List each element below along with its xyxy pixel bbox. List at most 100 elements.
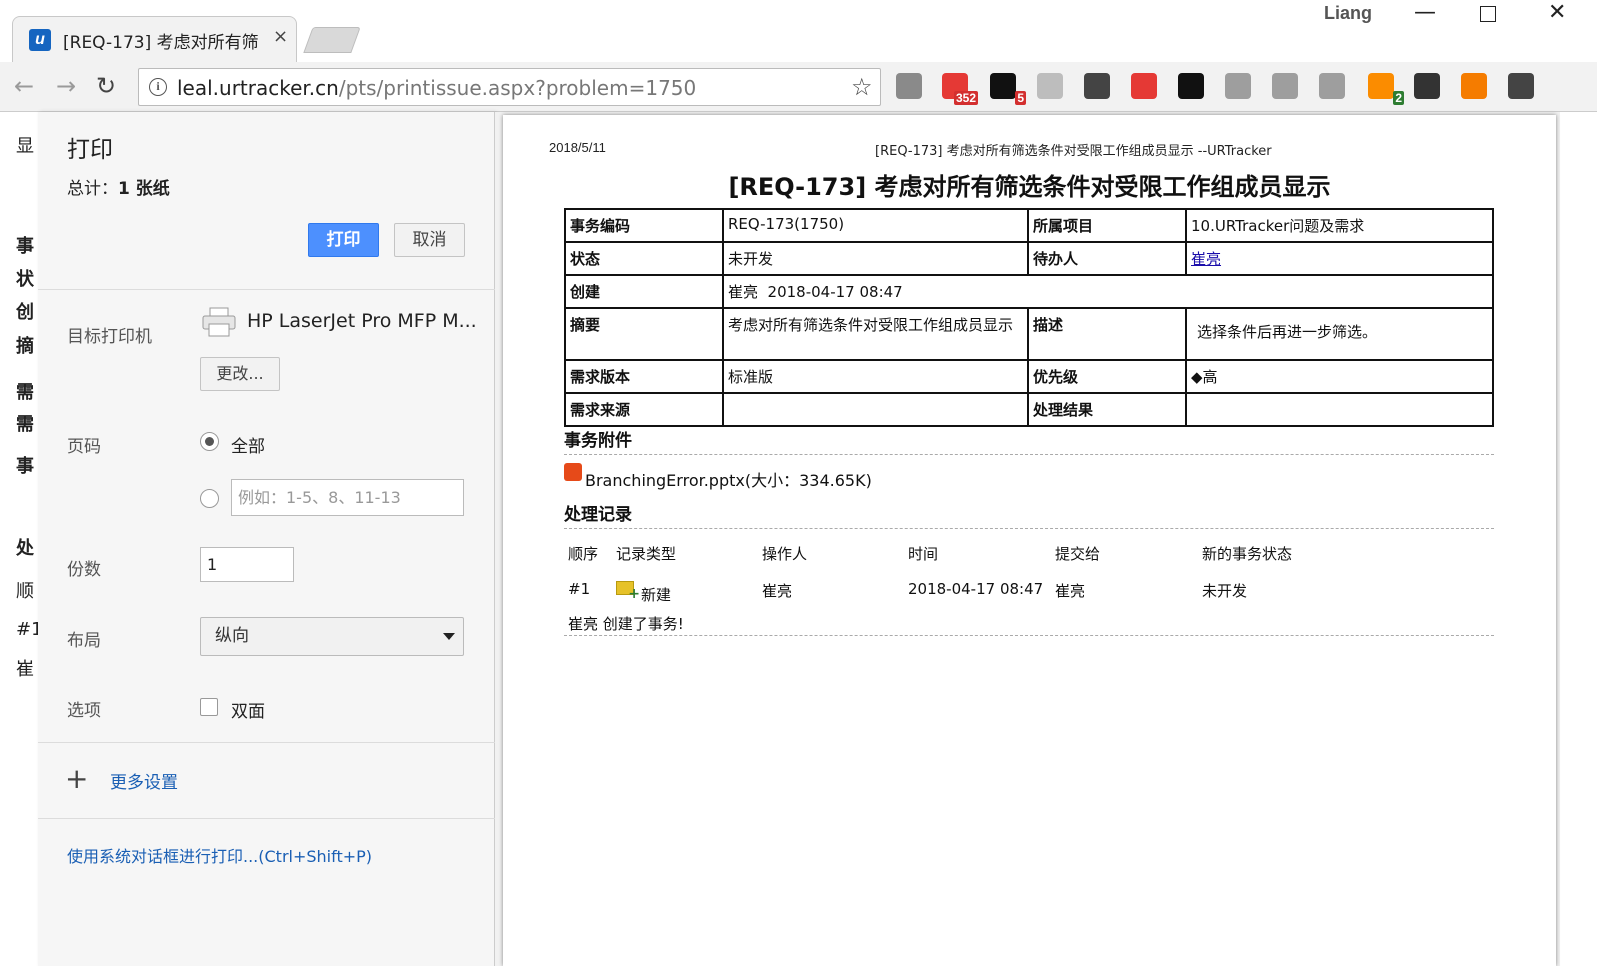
circle-ext-icon[interactable] [896,73,922,99]
pages-all-radio[interactable] [200,432,219,451]
qr-code-ext-icon[interactable] [1178,73,1204,99]
download-arrow-ext-icon[interactable]: 2 [1368,73,1404,105]
chevron-down-icon [443,633,455,640]
destination-label: 目标打印机 [67,327,152,347]
summary-value: 考虑对所有筛选条件对受限工作组成员显示 [722,307,1029,361]
reload-button[interactable]: ↻ [96,72,116,100]
total-value: 1 张纸 [118,179,170,199]
document-title: [REQ-173] 考虑对所有筛选条件对受限工作组成员显示 [728,173,1331,201]
code-label: 事务编码 [564,208,724,243]
divider [38,289,495,290]
background-page-text: 显 [16,136,34,157]
background-page-strip: 显事状创摘需需事处顺 #1 崔 [0,112,38,966]
site-info-icon[interactable]: i [149,78,167,96]
table-row: 创建 崔亮 2018-04-17 08:47 [564,274,1494,309]
url-host: leal.urtracker.cn [177,76,339,100]
background-page-text: #1 [16,619,38,640]
background-page-text: 顺 [16,581,34,602]
layout-select[interactable]: 纵向 [200,617,464,656]
attachment-link[interactable]: BranchingError.pptx(大小：334.65K) [585,467,872,491]
status-label: 状态 [564,241,724,276]
layout-selected-value: 纵向 [215,626,249,646]
record-time: 2018-04-17 08:47 [908,580,1044,598]
maximize-button[interactable] [1480,0,1496,28]
record-note: 崔亮 创建了事务! [568,615,684,633]
project-value: 10.URTracker问题及需求 [1185,208,1494,243]
background-page-text: 状 [16,269,34,290]
result-label: 处理结果 [1027,392,1187,427]
table-row: 事务编码 REQ-173(1750) 所属项目 10.URTracker问题及需… [564,208,1494,243]
stop-hand-ext-icon[interactable] [1131,73,1157,99]
browser-tab[interactable]: u [REQ-173] 考虑对所有筛 × [12,16,297,62]
change-printer-button[interactable]: 更改... [200,357,280,391]
evernote-ext-icon[interactable] [1508,73,1534,99]
status-value: 未开发 [722,241,1029,276]
bookmark-star-icon[interactable]: ☆ [851,73,873,101]
pdf-ext-icon[interactable] [1037,73,1063,99]
page-header-date: 2018/5/11 [549,140,606,155]
attachments-title: 事务附件 [564,431,632,451]
tree-ext-icon[interactable] [1225,73,1251,99]
print-panel-title: 打印 [67,137,113,163]
printer-name: HP LaserJet Pro MFP M... [247,310,477,332]
desc-label: 描述 [1027,307,1187,361]
records-header-new-status: 新的事务状态 [1202,545,1293,563]
download-box-ext-icon[interactable] [1414,73,1440,99]
back-button[interactable]: ← [14,72,34,100]
amazon-ext-icon[interactable]: 5 [990,73,1026,105]
options-label: 选项 [67,701,101,721]
profile-user-name[interactable]: Liang [1324,3,1372,24]
pages-all-label: 全部 [231,437,265,457]
pages-custom-radio[interactable] [200,489,219,508]
more-settings-link[interactable]: 更多设置 [110,768,178,793]
forward-button[interactable]: → [56,72,76,100]
total-label: 总计： [67,179,118,199]
records-title: 处理记录 [564,505,632,525]
background-page-text: 需 [16,382,34,403]
summary-label: 摘要 [564,307,724,361]
copies-input[interactable] [200,547,294,582]
table-row: 状态 未开发 待办人 崔亮 [564,241,1494,276]
background-page-text: 摘 [16,336,34,357]
record-type: 新建 [641,586,672,604]
record-new-status: 未开发 [1202,582,1248,600]
divider [38,818,495,819]
minimize-button[interactable]: — [1414,0,1436,25]
title-bar: u [REQ-173] 考虑对所有筛 × Liang — ✕ [0,0,1597,62]
print-button[interactable]: 打印 [308,223,379,257]
records-header-operator: 操作人 [762,545,808,563]
records-header-submit-to: 提交给 [1055,545,1101,563]
mail-ext-icon[interactable]: 352 [942,73,978,105]
priority-value: ◆高 [1185,359,1494,394]
new-record-icon [616,581,640,602]
envelope-ext-icon[interactable] [1084,73,1110,99]
copies-label: 份数 [67,560,101,580]
assignee-cell: 崔亮 [1185,241,1494,276]
total-sheets: 总计：1 张纸 [67,174,170,199]
url-text[interactable]: leal.urtracker.cn/pts/printissue.aspx?pr… [177,76,696,100]
shield-ext-icon[interactable] [1272,73,1298,99]
address-bar[interactable]: i leal.urtracker.cn/pts/printissue.aspx?… [138,68,881,106]
new-tab-button[interactable] [303,27,361,53]
pages-custom-input[interactable] [231,479,464,516]
chart-ext-icon[interactable] [1461,73,1487,99]
code-ext-icon[interactable] [1319,73,1345,99]
version-label: 需求版本 [564,359,724,394]
version-value: 标准版 [722,359,1029,394]
tab-close-icon[interactable]: × [273,26,288,47]
extension-badge: 352 [953,91,978,105]
urtracker-favicon-icon: u [29,29,51,51]
plus-icon[interactable]: + [65,762,88,795]
cancel-button[interactable]: 取消 [394,223,465,257]
preview-page: 2018/5/11 [REQ-173] 考虑对所有筛选条件对受限工作组成员显示 … [503,115,1556,966]
system-dialog-link[interactable]: 使用系统对话框进行打印...(Ctrl+Shift+P) [67,843,372,867]
extension-badge: 2 [1393,91,1404,105]
powerpoint-file-icon [564,463,582,481]
duplex-checkbox[interactable] [200,698,218,716]
background-page-text: 事 [16,236,34,257]
page-header-title: [REQ-173] 考虑对所有筛选条件对受限工作组成员显示 --URTracke… [875,144,1272,159]
table-row: 需求来源 处理结果 [564,392,1494,427]
table-row: 摘要 考虑对所有筛选条件对受限工作组成员显示 描述 选择条件后再进一步筛选。 [564,307,1494,361]
assignee-link[interactable]: 崔亮 [1191,250,1221,268]
close-window-button[interactable]: ✕ [1548,0,1566,25]
